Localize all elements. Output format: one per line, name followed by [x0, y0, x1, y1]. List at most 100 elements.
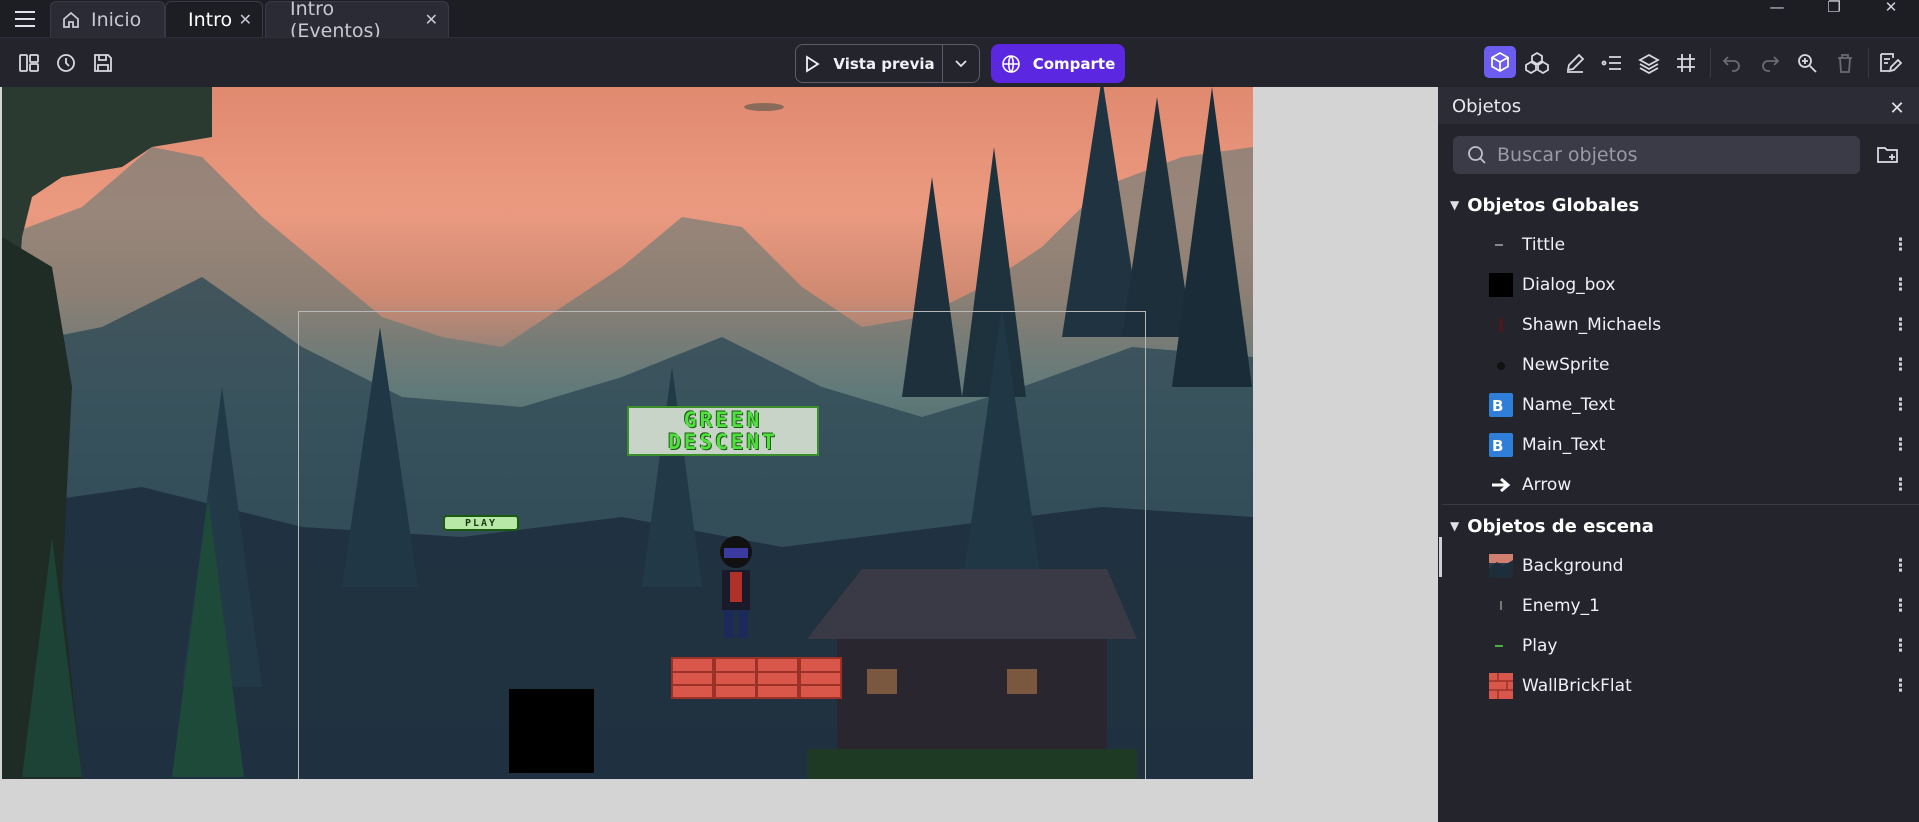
more-options-icon[interactable]: ⋮	[1892, 475, 1909, 495]
toolbar: Vista previa Comparte	[0, 37, 1919, 87]
grid-icon[interactable]	[1672, 49, 1700, 77]
title-sprite[interactable]: GREEN DESCENT	[627, 406, 819, 456]
pine-tree	[22, 537, 82, 777]
wall-brick-sprite[interactable]	[799, 657, 842, 699]
redo-icon[interactable]	[1756, 49, 1784, 77]
preview-dropdown-button[interactable]	[943, 44, 980, 83]
object-row-wallbrickflat[interactable]: WallBrickFlat ⋮	[1440, 666, 1919, 706]
tab-inicio[interactable]: Inicio	[50, 1, 165, 37]
object-groups-icon[interactable]	[1523, 49, 1551, 77]
more-options-icon[interactable]: ⋮	[1892, 275, 1909, 295]
bitmap-text-icon: B	[1489, 433, 1513, 457]
character-icon	[1489, 313, 1513, 337]
title-line-2: DESCENT	[668, 430, 778, 454]
object-name: WallBrickFlat	[1522, 676, 1632, 696]
svg-text:B: B	[1492, 397, 1503, 415]
close-icon[interactable]: ✕	[1885, 96, 1909, 120]
more-options-icon[interactable]: ⋮	[1892, 435, 1909, 455]
object-row-shawn-michaels[interactable]: Shawn_Michaels ⋮	[1440, 305, 1919, 345]
new-folder-icon[interactable]	[1874, 141, 1902, 169]
object-row-name-text[interactable]: B Name_Text ⋮	[1440, 385, 1919, 425]
play-sprite[interactable]: PLAY	[443, 515, 519, 531]
object-name: Background	[1522, 556, 1624, 576]
object-row-main-text[interactable]: B Main_Text ⋮	[1440, 425, 1919, 465]
dialog-box-sprite[interactable]	[509, 689, 594, 773]
pine-tree	[172, 497, 244, 777]
object-name: Tittle	[1522, 235, 1566, 255]
history-icon[interactable]	[52, 49, 80, 77]
tab-label: Intro (Eventos)	[290, 0, 381, 42]
more-options-icon[interactable]: ⋮	[1892, 556, 1909, 576]
object-row-dialog-box[interactable]: Dialog_box ⋮	[1440, 265, 1919, 305]
edit-pencil-icon[interactable]	[1561, 49, 1589, 77]
globe-icon	[1001, 54, 1021, 74]
preview-button[interactable]: Vista previa	[795, 44, 943, 83]
object-name: Play	[1522, 636, 1558, 656]
tab-label: Intro	[188, 8, 233, 31]
more-options-icon[interactable]: ⋮	[1892, 676, 1909, 696]
background-sprite[interactable]: GREEN DESCENT PLAY	[2, 87, 1253, 779]
more-options-icon[interactable]: ⋮	[1892, 355, 1909, 375]
tab-intro[interactable]: Intro ✕	[165, 1, 263, 37]
object-row-newsprite[interactable]: NewSprite ⋮	[1440, 345, 1919, 385]
more-options-icon[interactable]: ⋮	[1892, 636, 1909, 656]
undo-icon[interactable]	[1718, 49, 1746, 77]
shawn-michaels-sprite[interactable]	[716, 534, 756, 641]
caret-down-icon: ▼	[1450, 198, 1460, 212]
play-sprite-icon	[1489, 634, 1513, 658]
zoom-icon[interactable]	[1793, 49, 1821, 77]
more-options-icon[interactable]: ⋮	[1892, 596, 1909, 616]
object-name: Dialog_box	[1522, 275, 1616, 295]
wall-brick-sprite[interactable]	[714, 657, 757, 699]
objects-panel-title: Objetos	[1452, 96, 1522, 117]
object-name: Main_Text	[1522, 435, 1606, 455]
arrow-right-icon	[1489, 473, 1513, 497]
scene-objects-group-header[interactable]: ▼ Objetos de escena	[1450, 511, 1654, 541]
search-objects-field[interactable]	[1453, 136, 1860, 174]
layers-icon[interactable]	[1635, 49, 1663, 77]
caret-down-icon: ▼	[1450, 519, 1460, 533]
object-name: Name_Text	[1522, 395, 1616, 415]
object-row-tittle[interactable]: Tittle ⋮	[1440, 225, 1919, 265]
restore-icon[interactable]: ❐	[1809, 0, 1859, 16]
close-window-icon[interactable]: ✕	[1866, 0, 1916, 16]
share-button[interactable]: Comparte	[991, 44, 1125, 83]
search-input[interactable]	[1497, 144, 1837, 166]
properties-edit-icon[interactable]	[1876, 49, 1904, 77]
svg-text:B: B	[1492, 437, 1503, 455]
global-objects-group-header[interactable]: ▼ Objetos Globales	[1450, 190, 1639, 220]
brick-icon	[1489, 673, 1513, 699]
object-name: Shawn_Michaels	[1522, 315, 1662, 335]
hamburger-menu-icon[interactable]	[8, 5, 42, 32]
instances-list-icon[interactable]	[1598, 49, 1626, 77]
objects-panel-icon[interactable]	[1484, 46, 1516, 78]
group-divider	[1442, 504, 1919, 505]
scene-canvas[interactable]: GREEN DESCENT PLAY	[0, 87, 1438, 822]
object-row-arrow[interactable]: Arrow ⋮	[1440, 465, 1919, 505]
close-icon[interactable]: ✕	[239, 10, 252, 29]
object-row-play[interactable]: Play ⋮	[1440, 626, 1919, 666]
search-icon	[1467, 145, 1487, 165]
text-icon	[1489, 233, 1513, 257]
sprite-icon	[1489, 353, 1513, 377]
group-label: Objetos Globales	[1467, 194, 1640, 216]
more-options-icon[interactable]: ⋮	[1892, 315, 1909, 335]
panels-icon[interactable]	[15, 49, 43, 77]
object-row-background[interactable]: Background ⋮	[1440, 546, 1919, 586]
group-label: Objetos de escena	[1467, 515, 1654, 537]
wall-brick-sprite[interactable]	[671, 657, 714, 699]
object-row-enemy-1[interactable]: Enemy_1 ⋮	[1440, 586, 1919, 626]
object-name: Enemy_1	[1522, 596, 1600, 616]
delete-icon[interactable]	[1831, 49, 1859, 77]
play-sprite-label: PLAY	[464, 517, 498, 529]
toolbar-separator	[1710, 48, 1711, 78]
more-options-icon[interactable]: ⋮	[1892, 395, 1909, 415]
minimize-icon[interactable]: —	[1752, 0, 1802, 16]
save-icon[interactable]	[89, 49, 117, 77]
wall-brick-sprite[interactable]	[756, 657, 799, 699]
toolbar-separator	[1868, 48, 1869, 78]
title-line-1: GREEN	[683, 408, 763, 432]
close-icon[interactable]: ✕	[425, 10, 438, 29]
more-options-icon[interactable]: ⋮	[1892, 235, 1909, 255]
tab-intro-eventos[interactable]: Intro (Eventos) ✕	[265, 0, 449, 42]
